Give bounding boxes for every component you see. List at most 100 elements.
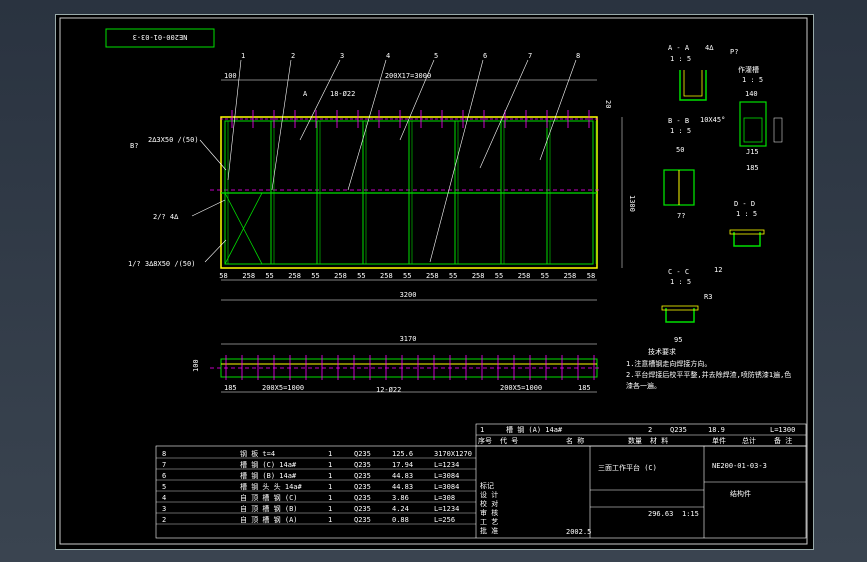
bom-no: 5 <box>162 483 166 491</box>
part-number: 5 <box>434 52 438 60</box>
pin-side <box>773 117 783 143</box>
part-number: 4 <box>386 52 390 60</box>
tb-role: 校 对 <box>480 499 498 508</box>
bom-top-cell: 18.9 <box>708 426 725 434</box>
tb-role: 标记 <box>480 481 494 490</box>
spacing-dim: 55 <box>449 272 457 280</box>
bom-header-cell: 序号 <box>478 436 492 445</box>
dd-ref: 7? <box>677 212 685 220</box>
bom-top-cell: L=1300 <box>770 426 795 434</box>
pin-dim2: J15 <box>746 148 759 156</box>
aa-section-inner <box>683 70 703 97</box>
tb-roles: 标记设 计校 对审 核工 艺批 准 <box>480 481 498 535</box>
spacing-dim: 58 <box>219 272 227 280</box>
bom-name: 槽 钢 头 头 14a# <box>240 482 303 491</box>
bom-name: 自 顶 槽 钢 (A) <box>240 515 298 524</box>
callout-b: B? <box>130 142 138 150</box>
bom-header-cell: 单件 <box>712 436 726 445</box>
bom-no: 7 <box>162 461 166 469</box>
bom-name: 槽 钢 (B) 14a# <box>240 471 297 480</box>
side-left: 185 <box>224 384 237 392</box>
bom-weight: 4.24 <box>392 505 409 513</box>
bom-mat: Q235 <box>354 461 371 469</box>
side-mid1: 200X5=1000 <box>262 384 304 392</box>
tb-role: 批 准 <box>480 526 498 535</box>
bb-dim: 50 <box>676 146 684 154</box>
bom-qty: 1 <box>328 450 332 458</box>
part-number: 2 <box>291 52 295 60</box>
bom-top-cell: 2 <box>648 426 652 434</box>
aa-scale: 1 : 5 <box>670 55 691 63</box>
bom-header-cell: 总计 <box>742 436 756 445</box>
bom-no: 6 <box>162 472 166 480</box>
bom-no: 2 <box>162 516 166 524</box>
aa-weld: 4∆ <box>705 44 714 52</box>
part-numbers: 1 2 3 4 5 6 7 8 <box>241 52 580 60</box>
bom-top-cell: Q235 <box>670 426 687 434</box>
bom-weight: 44.83 <box>392 483 413 491</box>
bom-note: L=3084 <box>434 472 459 480</box>
spacing-dim: 258 <box>380 272 393 280</box>
bom-name: 自 顶 槽 钢 (B) <box>240 504 298 513</box>
weld-note-2: 2∕? 4∆ <box>153 213 179 221</box>
bom-weight: 44.83 <box>392 472 413 480</box>
pin-label: 作灌槽 <box>738 65 759 74</box>
bom-qty: 1 <box>328 494 332 502</box>
part-number: 7 <box>528 52 532 60</box>
spacing-dim: 55 <box>357 272 365 280</box>
dd-plate <box>729 229 765 235</box>
tb-date: 2002.5 <box>566 528 591 536</box>
pin-dim3: 185 <box>746 164 759 172</box>
spacing-dim: 258 <box>564 272 577 280</box>
tb-scale: 1:15 <box>682 510 699 518</box>
top-dim: 200X17=3000 <box>385 72 431 80</box>
bom-note: L=308 <box>434 494 455 502</box>
spacing-dim: 258 <box>334 272 347 280</box>
dd-label: D - D <box>734 200 755 208</box>
bom-weight: 17.94 <box>392 461 413 469</box>
notes-line3: 漆各一遍。 <box>626 381 661 390</box>
pin-dim: 140 <box>745 90 758 98</box>
bom-table: 8 钢 板 t=4 1 Q235 125.6 3170X1270 7 槽 钢 (C) 14a#… <box>156 449 476 525</box>
bom-header-cell: 材 料 <box>650 436 668 445</box>
cad-drawing[interactable]: NE200-01-03-3 12345678 200X17=3000 100 A… <box>0 0 867 562</box>
notes-line1: 1.注意槽钢走向焊接方向。 <box>626 359 711 368</box>
dd-scale: 1 : 5 <box>736 210 757 218</box>
height-total: 1300 <box>628 195 636 212</box>
dd-dim: 12 <box>714 266 722 274</box>
spacing-dim: 58 <box>587 272 595 280</box>
width-total: 3200 <box>400 291 417 299</box>
bom-name: 自 顶 槽 钢 (C) <box>240 493 298 502</box>
side-right: 185 <box>578 384 591 392</box>
bom-name: 钢 板 t=4 <box>240 449 275 458</box>
side-total: 3170 <box>400 335 417 343</box>
cc-dim: 95 <box>674 336 682 344</box>
bb-label: B - B <box>668 117 689 125</box>
notes-line2: 2.平台焊接后校平平整,并去除焊渣,喷防锈漆1遍,色 <box>626 370 791 379</box>
aa-label: A - A <box>668 44 690 52</box>
tb-drawing-no: NE200-01-03-3 <box>712 462 767 470</box>
notes-title: 技术要求 <box>648 347 676 356</box>
cc-scale: 1 : 5 <box>670 278 691 286</box>
bom-qty: 1 <box>328 505 332 513</box>
bom-qty: 1 <box>328 516 332 524</box>
spacing-dim: 55 <box>541 272 549 280</box>
spacing-dim: 258 <box>426 272 439 280</box>
part-number: 6 <box>483 52 487 60</box>
bom-weight: 125.6 <box>392 450 413 458</box>
bom-note: L=3084 <box>434 483 459 491</box>
bom-top-cell: 槽 钢 (A) 14a# <box>506 425 563 434</box>
bom-qty: 1 <box>328 472 332 480</box>
spacing-dim: 258 <box>518 272 531 280</box>
aa-ref: P? <box>730 48 738 56</box>
cc-r: R3 <box>704 293 712 301</box>
tb-role: 工 艺 <box>480 518 498 526</box>
drawing-code-mirrored: NE200-01-03-3 <box>133 33 188 41</box>
spacing-dim: 55 <box>311 272 319 280</box>
bom-note: 3170X1270 <box>434 450 472 458</box>
bom-header-cell: 数量 <box>628 436 642 445</box>
spacing-dims: 58 258 55 258 55 258 55 258 55 258 55 258 55 258 55 258… <box>219 272 595 280</box>
cc-plate <box>661 305 699 311</box>
bb-scale: 1 : 5 <box>670 127 691 135</box>
bom-mat: Q235 <box>354 505 371 513</box>
